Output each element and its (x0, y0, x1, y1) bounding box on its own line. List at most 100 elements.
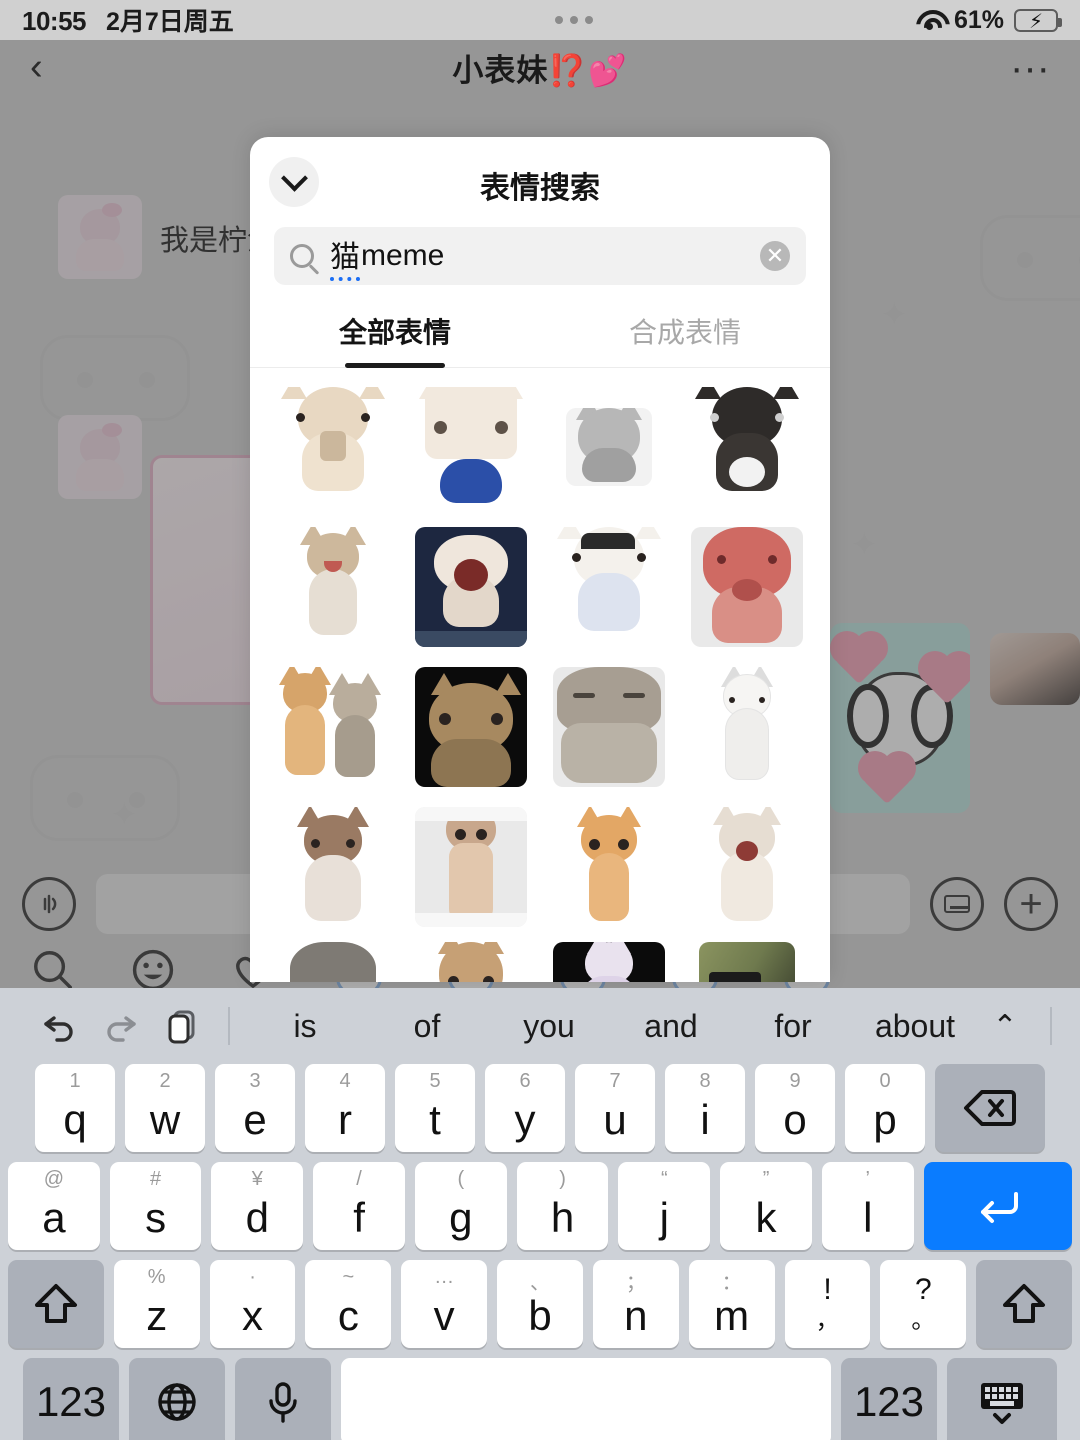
backspace-icon[interactable] (935, 1064, 1045, 1152)
microphone-icon[interactable] (235, 1358, 331, 1440)
key-u[interactable]: 7 u (575, 1064, 655, 1152)
key-n[interactable]: ； n (592, 1260, 679, 1348)
key-c[interactable]: ~ c (305, 1260, 392, 1348)
suggestion-word[interactable]: of (366, 1008, 488, 1045)
key-y[interactable]: 6 y (485, 1064, 565, 1152)
sticker-cell[interactable] (268, 522, 398, 652)
sticker-white-cat-staring[interactable] (415, 387, 527, 507)
key-v[interactable]: … v (401, 1260, 488, 1348)
plus-icon[interactable]: + (1004, 877, 1058, 931)
sticker-two-cats-peeking[interactable] (277, 667, 389, 787)
smiley-icon[interactable] (130, 947, 176, 993)
sticker-cell[interactable] (682, 802, 812, 932)
suggestion-word[interactable]: you (488, 1008, 610, 1045)
sticker-kitten-meowing[interactable] (294, 527, 372, 647)
sticker-cell[interactable] (682, 522, 812, 652)
sticker-cell[interactable] (268, 662, 398, 792)
key-t[interactable]: 5 t (395, 1064, 475, 1152)
key-f[interactable]: / f (313, 1162, 405, 1250)
key-w[interactable]: 2 w (125, 1064, 205, 1152)
sticker-tabby-cat-front[interactable] (428, 942, 514, 982)
key-k[interactable]: ” k (720, 1162, 812, 1250)
key-z[interactable]: % z (113, 1260, 200, 1348)
sticker-cat-sunglasses-outdoor[interactable] (699, 942, 795, 982)
sticker-cell[interactable] (406, 802, 536, 932)
key-q[interactable]: 1 q (35, 1064, 115, 1152)
sticker-cell[interactable] (544, 382, 674, 512)
key-m[interactable]: ： m (688, 1260, 775, 1348)
suggestion-word[interactable]: is (244, 1008, 366, 1045)
sticker-cell[interactable] (406, 942, 536, 982)
tab-composed-stickers[interactable]: 合成表情 (540, 311, 830, 367)
sticker-pink-red-cat-closeup[interactable] (691, 527, 803, 647)
key-x[interactable]: · x (209, 1260, 296, 1348)
key-o[interactable]: 9 o (755, 1064, 835, 1152)
sticker-cat-smiling-closeup[interactable] (553, 667, 665, 787)
chevron-up-icon[interactable]: ⌃ (976, 1009, 1034, 1044)
sticker-cell[interactable] (268, 382, 398, 512)
key-exclamation-comma[interactable]: ! ， (784, 1260, 871, 1348)
chat-sticker[interactable] (830, 623, 970, 813)
sticker-cell[interactable] (544, 942, 674, 982)
key-h[interactable]: ) h (516, 1162, 609, 1250)
key-e[interactable]: 3 e (215, 1064, 295, 1152)
key-g[interactable]: ( g (414, 1162, 507, 1250)
key-s[interactable]: # s (109, 1162, 202, 1250)
sticker-cell[interactable] (268, 942, 398, 982)
search-input[interactable]: 猫 meme ✕ (274, 227, 806, 285)
sticker-cell[interactable] (682, 942, 812, 982)
sticker-orange-cat-peeking[interactable] (573, 807, 645, 927)
sticker-grid[interactable] (250, 368, 830, 982)
clipboard-icon[interactable] (152, 1007, 214, 1045)
shift-icon-right[interactable] (976, 1260, 1073, 1348)
keyboard-dismiss-icon[interactable] (947, 1358, 1057, 1440)
sticker-cell[interactable] (544, 662, 674, 792)
suggestion-word[interactable]: about (854, 1008, 976, 1045)
key-a[interactable]: @ a (8, 1162, 100, 1250)
sticker-cell[interactable] (682, 382, 812, 512)
sticker-cell[interactable] (406, 382, 536, 512)
sticker-tall-stretched-cat[interactable] (415, 807, 527, 927)
sticker-cream-cat-drinking-milk[interactable] (277, 387, 389, 507)
keyboard-icon[interactable] (930, 877, 984, 931)
sticker-brown-cat-sitting[interactable] (291, 807, 375, 927)
key-j[interactable]: “ j (618, 1162, 711, 1250)
more-options-button[interactable]: ··· (990, 48, 1050, 88)
suggestion-word[interactable]: and (610, 1008, 732, 1045)
sticker-cell[interactable] (544, 522, 674, 652)
return-icon[interactable] (923, 1162, 1072, 1250)
sticker-gray-cat-squint-bw[interactable] (566, 408, 652, 486)
back-button[interactable]: ‹ (30, 46, 90, 89)
redo-icon[interactable] (90, 1009, 152, 1043)
numeric-mode-left-button[interactable]: 123 (23, 1358, 119, 1440)
sticker-cell[interactable] (544, 802, 674, 932)
chat-message[interactable] (58, 415, 142, 499)
sticker-cell[interactable] (406, 662, 536, 792)
sticker-cat-mouth-open-jump[interactable] (707, 807, 787, 927)
avatar[interactable] (58, 415, 142, 499)
sticker-cat-screaming-navy[interactable] (415, 527, 527, 647)
tab-all-stickers[interactable]: 全部表情 (250, 311, 540, 367)
sticker-tabby-cat-dark-bg[interactable] (415, 667, 527, 787)
space-key[interactable] (341, 1358, 831, 1440)
suggestion-word[interactable]: for (732, 1008, 854, 1045)
voice-wave-icon[interactable] (22, 877, 76, 931)
key-i[interactable]: 8 i (665, 1064, 745, 1152)
chat-photo[interactable] (990, 633, 1080, 705)
sticker-cat-with-hat-black-bg[interactable] (553, 942, 665, 982)
sticker-cell[interactable] (406, 522, 536, 652)
avatar[interactable] (58, 195, 142, 279)
close-circle-icon[interactable]: ✕ (760, 241, 790, 271)
sticker-gray-cat-blurred[interactable] (277, 942, 389, 982)
key-question-period[interactable]: ? 。 (880, 1260, 967, 1348)
key-b[interactable]: 、 b (497, 1260, 583, 1348)
key-l[interactable]: ’ l (821, 1162, 914, 1250)
globe-icon[interactable] (129, 1358, 225, 1440)
sticker-cell[interactable] (682, 662, 812, 792)
search-icon[interactable] (30, 947, 76, 993)
sticker-black-white-kitten[interactable] (691, 387, 803, 507)
sticker-white-cat-bowl-hat[interactable] (553, 527, 665, 647)
numeric-mode-right-button[interactable]: 123 (841, 1358, 937, 1440)
sticker-cell[interactable] (268, 802, 398, 932)
shift-icon-left[interactable] (7, 1260, 104, 1348)
